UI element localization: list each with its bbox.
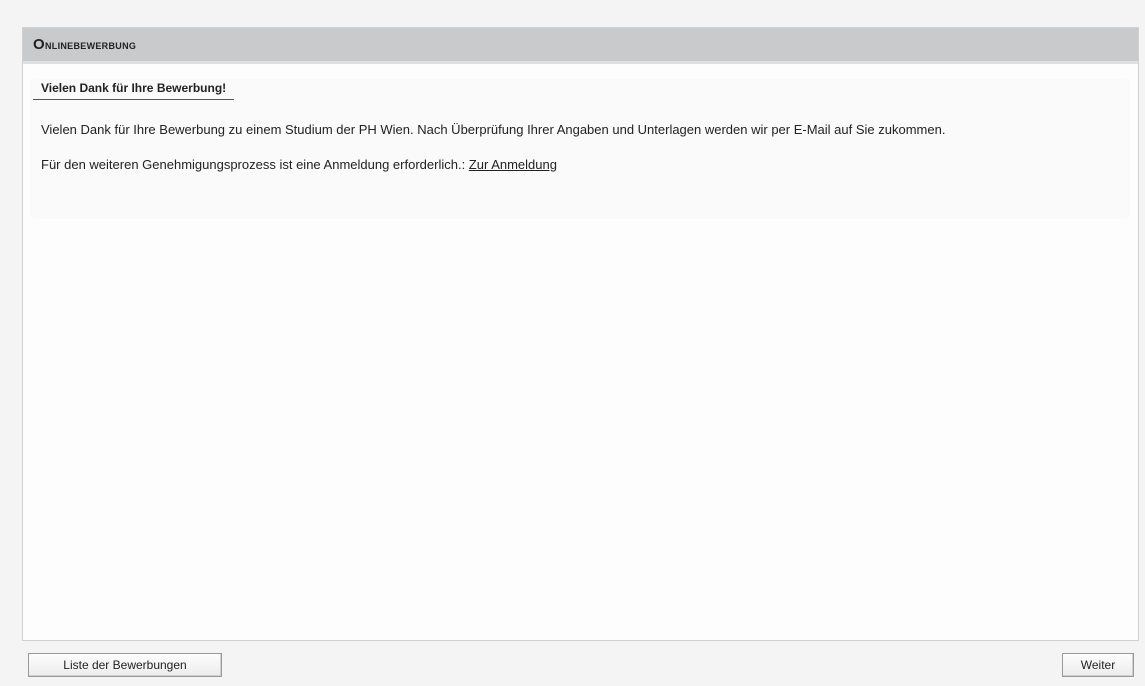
panel-title: Onlinebewerbung [33, 36, 136, 53]
panel-title-rest: nlinebewerbung [44, 37, 137, 52]
confirmation-message: Vielen Dank für Ihre Bewerbung zu einem … [41, 122, 946, 137]
panel-title-initial: O [33, 36, 45, 53]
section-text: Vielen Dank für Ihre Bewerbung zu einem … [41, 118, 1116, 188]
login-required-message: Für den weiteren Genehmigungsprozess ist… [41, 153, 1116, 177]
login-link[interactable]: Zur Anmeldung [469, 157, 557, 172]
application-list-button[interactable]: Liste der Bewerbungen [28, 653, 222, 677]
confirmation-section: Vielen Dank für Ihre Bewerbung! Vielen D… [30, 79, 1130, 219]
application-panel: Onlinebewerbung Vielen Dank für Ihre Bew… [22, 27, 1139, 641]
login-required-text: Für den weiteren Genehmigungsprozess ist… [41, 157, 469, 172]
panel-header: Onlinebewerbung [23, 28, 1138, 64]
section-heading: Vielen Dank für Ihre Bewerbung! [33, 81, 235, 100]
next-button[interactable]: Weiter [1062, 653, 1134, 677]
page: Onlinebewerbung Vielen Dank für Ihre Bew… [0, 0, 1145, 686]
